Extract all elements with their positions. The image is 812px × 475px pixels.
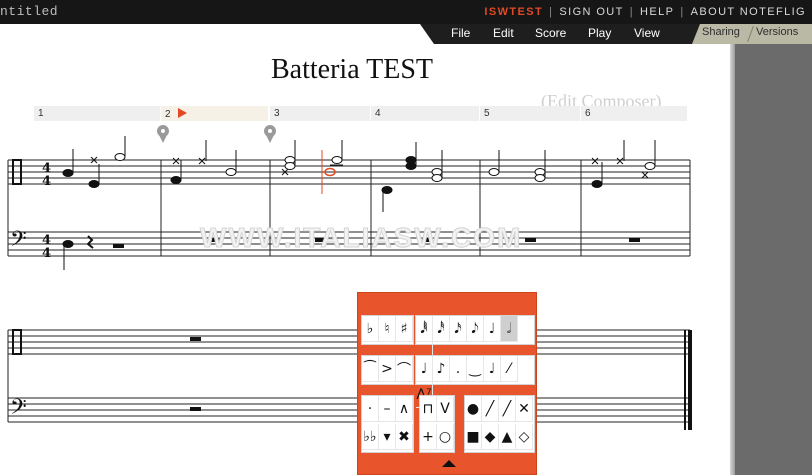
map-pin-icon[interactable]: [157, 125, 169, 143]
fermata-button[interactable]: ⌒: [396, 356, 413, 382]
quarter-note-button[interactable]: ♩: [484, 316, 501, 342]
note-palette: ♭ ♮ ♯ 𝅘𝅥𝅱 𝅘𝅥𝅰 𝅘𝅥𝅯 𝅘𝅥𝅮 ♩ 𝅗𝅥 𝅝 ⁀ > ⌒ ♩ ♪ .…: [357, 292, 537, 475]
notehead-long-slash-button[interactable]: ╱: [499, 396, 516, 422]
beam-quarter-button[interactable]: ♩: [416, 356, 433, 382]
noteheads-group: ● ╱ ╱ ✕ ■ ◆ ▲ ◇: [464, 395, 535, 453]
marcato-button[interactable]: ∧: [396, 396, 413, 422]
sharp-button[interactable]: ♯: [396, 316, 413, 342]
time-signature-bottom: 4: [42, 246, 51, 261]
notehead-diamond-button[interactable]: ◆: [482, 424, 499, 450]
watermark: WWW.ITALIASW.COM: [199, 222, 523, 254]
dot-button[interactable]: .: [450, 356, 467, 382]
slash-button[interactable]: ⁄: [501, 356, 518, 382]
notehead-square-button[interactable]: ■: [465, 424, 482, 450]
sign-out-link[interactable]: SIGN OUT: [559, 6, 623, 18]
menu-score[interactable]: Score: [535, 26, 566, 40]
nav-separator: |: [680, 6, 685, 18]
bowing-group: ⊓ V + ○: [419, 395, 455, 453]
open-button[interactable]: ○: [437, 424, 454, 450]
slur-button[interactable]: ‿: [467, 356, 484, 382]
about-link[interactable]: ABOUT NOTEFLIG: [691, 6, 806, 18]
palette-collapse-arrow-icon[interactable]: [442, 460, 456, 467]
top-nav: ISWTEST | SIGN OUT | HELP | ABOUT NOTEFLIG: [484, 6, 806, 18]
accent-button[interactable]: >: [379, 356, 396, 382]
notehead-normal-button[interactable]: ●: [465, 396, 482, 422]
natural-button[interactable]: ♮: [379, 316, 396, 342]
tab-sharing[interactable]: Sharing: [702, 26, 740, 38]
stopped-button[interactable]: +: [420, 424, 437, 450]
nav-separator: |: [629, 6, 635, 18]
menu-file[interactable]: File: [451, 26, 470, 40]
wedge-button[interactable]: ▾: [379, 424, 396, 450]
side-panel: [735, 44, 812, 475]
menu-play[interactable]: Play: [588, 26, 611, 40]
accidentals-group: ♭ ♮ ♯: [361, 315, 414, 345]
half-note-button[interactable]: 𝅗𝅥: [501, 316, 518, 342]
tab-versions[interactable]: Versions: [756, 26, 798, 38]
nav-separator: |: [549, 6, 554, 18]
help-link[interactable]: HELP: [640, 6, 674, 18]
flat-button[interactable]: ♭: [362, 316, 379, 342]
beams-group: ♩ ♪ . ‿ ♩ ⁄ A⁷: [415, 355, 535, 408]
time-signature-bottom: 4: [42, 174, 51, 189]
articulations-group: ⁀ > ⌒: [361, 355, 414, 385]
document-title: ntitled: [0, 4, 59, 19]
menu-view[interactable]: View: [634, 26, 660, 40]
svg-text:𝄢: 𝄢: [10, 227, 27, 257]
thirtysecond-note-button[interactable]: 𝅘𝅥𝅰: [433, 316, 450, 342]
svg-text:𝄢: 𝄢: [10, 395, 27, 425]
double-flat-button[interactable]: ♭♭: [362, 424, 379, 450]
down-bow-button[interactable]: ⊓: [420, 396, 437, 422]
eighth-note-button[interactable]: 𝅘𝅥𝅮: [467, 316, 484, 342]
tie-button[interactable]: ⁀: [362, 356, 379, 382]
tenuto-button[interactable]: –: [379, 396, 396, 422]
sixtyfourth-note-button[interactable]: 𝅘𝅥𝅱: [416, 316, 433, 342]
up-bow-button[interactable]: V: [437, 396, 454, 422]
beam-eighth-button[interactable]: ♪: [433, 356, 450, 382]
marks-group: · – ∧ ♭♭ ▾ ✖: [361, 395, 414, 453]
menu-edit[interactable]: Edit: [493, 26, 514, 40]
grace-note-button[interactable]: ♩: [484, 356, 501, 382]
double-sharp-button[interactable]: ✖: [396, 424, 413, 450]
notehead-slash-button[interactable]: ╱: [482, 396, 499, 422]
staccato-button[interactable]: ·: [362, 396, 379, 422]
notehead-triangle-button[interactable]: ▲: [499, 424, 516, 450]
durations-group: 𝅘𝅥𝅱 𝅘𝅥𝅰 𝅘𝅥𝅯 𝅘𝅥𝅮 ♩ 𝅗𝅥 𝅝: [415, 315, 535, 368]
map-pin-icon[interactable]: [264, 125, 276, 143]
notehead-open-diamond-button[interactable]: ◇: [516, 424, 533, 450]
notehead-cross-button[interactable]: ✕: [516, 396, 533, 422]
username-link[interactable]: ISWTEST: [484, 6, 543, 18]
sixteenth-note-button[interactable]: 𝅘𝅥𝅯: [450, 316, 467, 342]
